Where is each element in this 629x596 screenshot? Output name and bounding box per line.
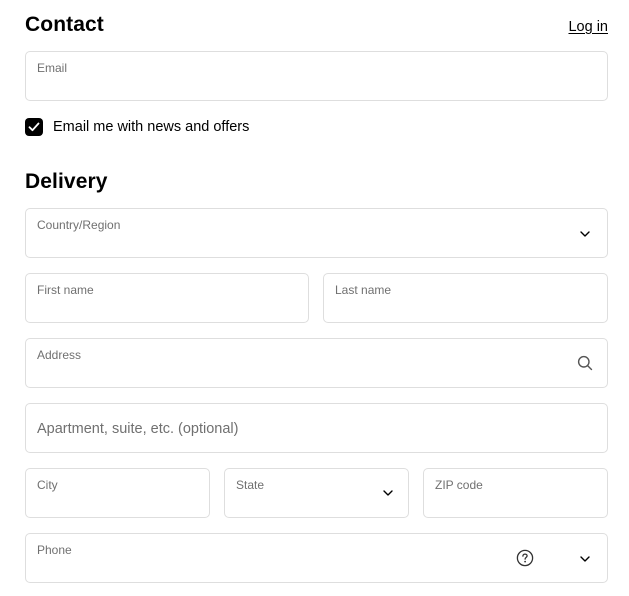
last-name-field[interactable]: Last name: [323, 273, 608, 323]
city-label: City: [37, 478, 58, 492]
zip-code-field[interactable]: ZIP code: [423, 468, 608, 518]
delivery-heading: Delivery: [25, 170, 108, 193]
apartment-field[interactable]: Apartment, suite, etc. (optional): [25, 403, 608, 453]
address-label: Address: [37, 348, 82, 362]
address-field[interactable]: Address: [25, 338, 608, 388]
chevron-down-icon: [577, 226, 593, 242]
city-field[interactable]: City: [25, 468, 210, 518]
contact-header: Contact Log in: [25, 0, 608, 40]
first-name-field[interactable]: First name: [25, 273, 309, 323]
state-label: State: [236, 478, 265, 492]
phone-field[interactable]: Phone: [25, 533, 608, 583]
email-label: Email: [37, 61, 68, 75]
country-select[interactable]: Country/Region: [25, 208, 608, 258]
email-field[interactable]: Email: [25, 51, 608, 101]
country-label: Country/Region: [37, 218, 121, 232]
search-icon[interactable]: [577, 355, 593, 371]
phone-label: Phone: [37, 543, 72, 557]
last-name-label: Last name: [335, 283, 392, 297]
login-link[interactable]: Log in: [568, 19, 608, 35]
help-circle-icon[interactable]: [516, 549, 534, 567]
chevron-down-icon[interactable]: [577, 551, 593, 567]
zip-code-label: ZIP code: [435, 478, 483, 492]
state-select[interactable]: State: [224, 468, 409, 518]
first-name-label: First name: [37, 283, 94, 297]
chevron-down-icon: [380, 485, 396, 501]
checkmark-icon: [28, 122, 40, 132]
contact-heading: Contact: [25, 13, 104, 36]
newsletter-option[interactable]: Email me with news and offers: [25, 117, 249, 137]
newsletter-label: Email me with news and offers: [53, 119, 250, 135]
apartment-placeholder: Apartment, suite, etc. (optional): [37, 421, 239, 437]
newsletter-checkbox[interactable]: [25, 118, 43, 136]
delivery-header: Delivery: [25, 158, 608, 198]
